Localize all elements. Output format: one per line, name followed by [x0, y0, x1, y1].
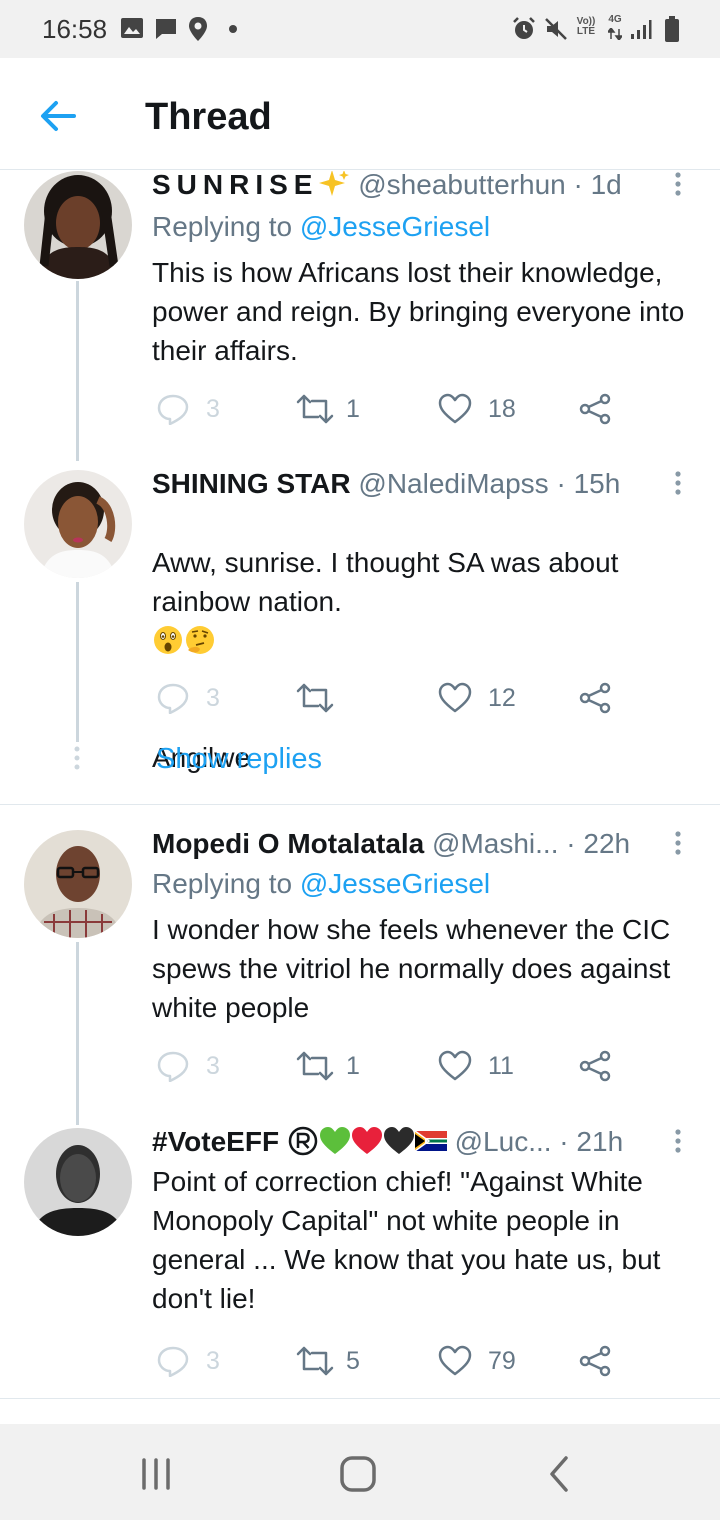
thread-timeline[interactable]: SUNRISE @sheabutterhun · 1d Replying to … — [0, 171, 720, 1424]
share-icon — [579, 682, 611, 714]
retweet-icon — [296, 1051, 334, 1081]
like-count: 12 — [488, 684, 516, 712]
tweet[interactable]: SUNRISE @sheabutterhun · 1d Replying to … — [0, 171, 720, 461]
dot-icon — [229, 25, 237, 33]
more-options-icon[interactable] — [666, 826, 690, 862]
retweet-count: 5 — [346, 1347, 360, 1375]
heart-icon — [438, 393, 472, 424]
recent-apps-icon[interactable] — [134, 1452, 178, 1496]
share-icon — [579, 393, 611, 425]
tweet-text: Aww, sunrise. I thought SA was about rai… — [152, 547, 619, 773]
arrow-left-icon[interactable] — [36, 94, 80, 138]
location-icon — [189, 17, 207, 41]
back-icon[interactable] — [538, 1452, 582, 1496]
retweet-count: 1 — [346, 1052, 360, 1080]
tweet-text: This is how Africans lost their knowledg… — [152, 257, 685, 366]
avatar[interactable] — [24, 171, 132, 279]
show-replies-link[interactable]: Show replies — [156, 741, 322, 777]
divider — [0, 804, 720, 805]
tweet-time: 21h — [576, 1126, 624, 1157]
retweet-count: 1 — [346, 395, 360, 423]
tweet-actions: 3 5 79 — [152, 1341, 622, 1381]
tweet-time: 15h — [573, 468, 621, 499]
reply-icon — [157, 683, 189, 714]
avatar[interactable] — [24, 1128, 132, 1236]
reply-mention-link[interactable]: @JesseGriesel — [300, 211, 490, 242]
tweet-actions: 3 12 — [152, 678, 622, 718]
like-count: 79 — [488, 1347, 516, 1375]
system-nav-bar — [0, 1424, 720, 1520]
heart-icon — [438, 1345, 472, 1376]
message-icon — [156, 19, 176, 39]
tweet-time: 1d — [590, 171, 622, 200]
network-4g-icon: 4G — [608, 14, 622, 25]
sparkles-icon — [319, 171, 350, 196]
reply-count: 3 — [206, 395, 220, 423]
tweet-text: Point of correction chief! "Against Whit… — [152, 1166, 661, 1314]
thread-connector — [76, 582, 79, 742]
more-options-icon[interactable] — [666, 171, 690, 203]
share-icon — [579, 1345, 611, 1377]
author-name[interactable]: SUNRISE — [152, 171, 318, 200]
like-count: 18 — [488, 395, 516, 423]
author-name[interactable]: SHINING STAR — [152, 468, 351, 499]
reply-count: 3 — [206, 1347, 220, 1375]
author-handle[interactable]: @sheabutterhun — [358, 171, 565, 200]
avatar[interactable] — [24, 470, 132, 578]
author-handle[interactable]: @NalediMapss — [358, 468, 548, 499]
reply-mention-link[interactable]: @JesseGriesel — [300, 868, 490, 899]
thread-connector — [76, 281, 79, 461]
astonished-face-icon — [154, 626, 182, 654]
author-name[interactable]: Mopedi O Motalatala — [152, 828, 424, 859]
reply-icon — [157, 1051, 189, 1082]
tweet[interactable]: SHINING STAR @NalediMapss · 15h Aww, sun… — [0, 468, 720, 775]
divider — [0, 1398, 720, 1399]
reply-icon — [157, 394, 189, 425]
retweet-icon — [296, 1346, 334, 1376]
mute-icon — [545, 18, 567, 40]
battery-icon — [665, 16, 679, 42]
status-bar: 16:58 Vo)) LTE 4G — [0, 0, 720, 58]
replying-to: Replying to @JesseGriesel — [152, 211, 491, 242]
like-count: 11 — [488, 1052, 514, 1080]
tweet-actions: 3 1 18 — [152, 389, 622, 429]
tweet[interactable]: Mopedi O Motalatala @Mashi... · 22h Repl… — [0, 828, 720, 1125]
replying-to: Replying to @JesseGriesel — [152, 868, 491, 899]
tweet-actions: 3 1 11 — [152, 1046, 622, 1086]
reply-count: 3 — [206, 1052, 220, 1080]
tweet-time: 22h — [583, 828, 631, 859]
more-options-icon[interactable] — [666, 466, 690, 502]
reply-icon — [157, 1346, 189, 1377]
thinking-face-icon — [186, 626, 214, 654]
thread-connector — [76, 942, 79, 1125]
reply-count: 3 — [206, 684, 220, 712]
tweet-text: I wonder how she feels whenever the CIC … — [152, 914, 671, 1023]
green-heart-icon — [319, 1127, 350, 1154]
page-title: Thread — [145, 96, 272, 138]
author-name[interactable]: #VoteEFF — [152, 1126, 279, 1157]
author-handle[interactable]: @Luc... — [455, 1126, 552, 1157]
more-replies-dots-icon — [74, 746, 80, 770]
volte-icon: Vo)) LTE — [576, 16, 596, 37]
share-icon — [579, 1050, 611, 1082]
heart-icon — [438, 1050, 472, 1081]
more-options-icon[interactable] — [666, 1124, 690, 1160]
registered-icon — [288, 1126, 318, 1156]
network-arrows-icon — [608, 28, 622, 40]
image-icon — [121, 18, 143, 38]
retweet-icon — [296, 394, 334, 424]
alarm-icon — [513, 17, 535, 39]
app-header: Thread — [0, 58, 720, 170]
avatar[interactable] — [24, 830, 132, 938]
black-heart-icon — [383, 1127, 414, 1154]
south-africa-flag-icon — [414, 1130, 447, 1152]
author-handle[interactable]: @Mashi... — [432, 828, 558, 859]
status-time: 16:58 — [42, 14, 108, 44]
signal-icon — [631, 20, 652, 39]
heart-icon — [438, 682, 472, 713]
home-icon[interactable] — [336, 1452, 380, 1496]
retweet-icon — [296, 683, 334, 713]
red-heart-icon — [351, 1127, 382, 1154]
